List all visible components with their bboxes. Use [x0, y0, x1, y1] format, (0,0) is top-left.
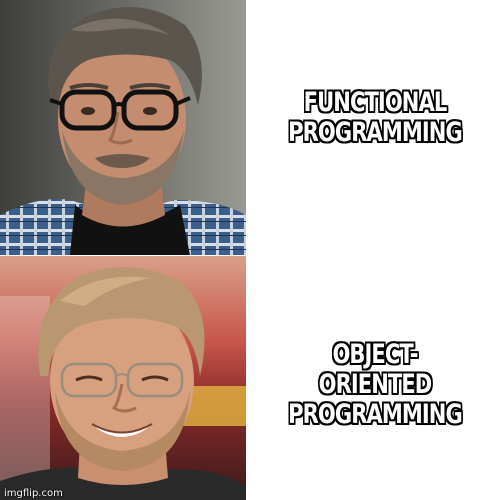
smiling-man-image: [0, 256, 246, 500]
bottom-caption: OBJECT-ORIENTED PROGRAMMING: [278, 340, 473, 430]
bottom-caption-line2: PROGRAMMING: [288, 399, 463, 430]
top-caption-line1: FUNCTIONAL: [303, 87, 448, 118]
top-caption-line2: PROGRAMMING: [288, 117, 463, 148]
top-caption: FUNCTIONAL PROGRAMMING: [278, 88, 473, 148]
frowning-man-image: [0, 0, 246, 255]
top-photo: [0, 0, 246, 255]
bottom-photo: [0, 256, 246, 500]
imgflip-watermark: imgflip.com: [4, 488, 63, 499]
bottom-caption-line1: OBJECT-ORIENTED: [318, 339, 433, 400]
